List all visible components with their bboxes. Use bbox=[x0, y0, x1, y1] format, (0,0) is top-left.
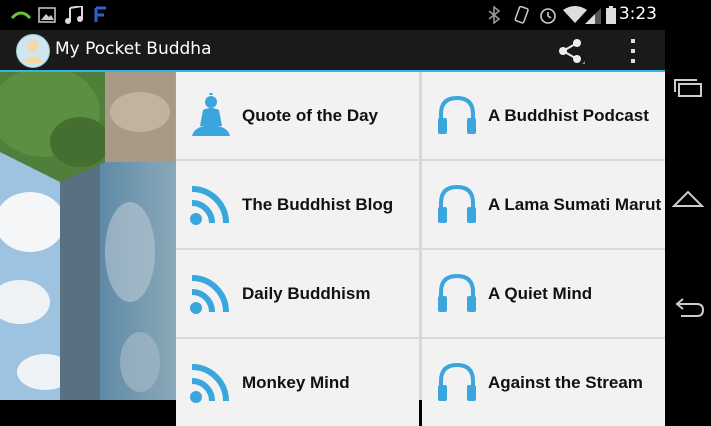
menu-item-monkey-mind[interactable]: Monkey Mind bbox=[176, 339, 419, 426]
menu-item-a-buddhist-podcast[interactable]: A Buddhist Podcast bbox=[422, 72, 665, 159]
phone-icon bbox=[10, 11, 32, 20]
buddha-icon bbox=[192, 93, 230, 136]
menu-item-label: The Buddhist Blog bbox=[242, 195, 394, 214]
menu-item-label: A Buddhist Podcast bbox=[488, 106, 649, 125]
music-note-icon bbox=[65, 6, 83, 24]
menu-item-the-buddhist-blog[interactable]: The Buddhist Blog bbox=[176, 161, 419, 248]
overflow-menu-icon[interactable] bbox=[622, 38, 644, 64]
menu-item-daily-buddhism[interactable]: Daily Buddhism bbox=[176, 250, 419, 337]
menu-item-label: Quote of the Day bbox=[242, 106, 379, 125]
home-icon[interactable] bbox=[671, 182, 705, 216]
menu-item-quote-of-the-day[interactable]: Quote of the Day bbox=[176, 72, 419, 159]
headphones-icon bbox=[438, 362, 476, 401]
share-icon[interactable] bbox=[555, 36, 585, 66]
back-icon[interactable] bbox=[671, 292, 705, 326]
battery-icon bbox=[606, 6, 616, 24]
menu-item-label: A Quiet Mind bbox=[488, 284, 593, 303]
menu-item-against-the-stream[interactable]: Against the Stream bbox=[422, 339, 665, 426]
status-bar: 3:23 bbox=[0, 0, 665, 30]
menu-item-label: Monkey Mind bbox=[242, 373, 350, 392]
status-clock: 3:23 bbox=[618, 4, 657, 24]
rss-icon bbox=[190, 275, 229, 314]
recent-apps-icon[interactable] bbox=[671, 72, 705, 106]
bluetooth-icon bbox=[488, 6, 501, 24]
navigation-bar bbox=[665, 0, 711, 400]
menu-item-label: A Lama Sumati Marut bbox=[488, 195, 662, 214]
headphones-icon bbox=[438, 273, 476, 312]
menu-grid: Quote of the Day A Buddhist Podcast The … bbox=[176, 72, 665, 426]
signal-icon bbox=[585, 8, 601, 24]
rss-icon bbox=[190, 364, 229, 403]
app-logo-icon[interactable] bbox=[16, 34, 50, 68]
menu-item-a-quiet-mind[interactable]: A Quiet Mind bbox=[422, 250, 665, 337]
headphones-icon bbox=[438, 184, 476, 223]
headphones-icon bbox=[438, 95, 476, 134]
flipboard-icon bbox=[94, 6, 106, 22]
action-bar: My Pocket Buddha bbox=[0, 30, 665, 70]
rss-icon bbox=[190, 186, 229, 225]
landscape-photo bbox=[0, 72, 176, 400]
app-title: My Pocket Buddha bbox=[55, 39, 212, 59]
menu-item-a-lama-sumati-marut[interactable]: A Lama Sumati Marut bbox=[422, 161, 665, 248]
alarm-icon bbox=[540, 8, 556, 24]
vibrate-icon bbox=[514, 6, 529, 24]
wifi-icon bbox=[563, 6, 587, 23]
menu-item-label: Daily Buddhism bbox=[242, 284, 371, 303]
menu-item-label: Against the Stream bbox=[488, 373, 643, 392]
image-notification-icon bbox=[38, 7, 56, 23]
